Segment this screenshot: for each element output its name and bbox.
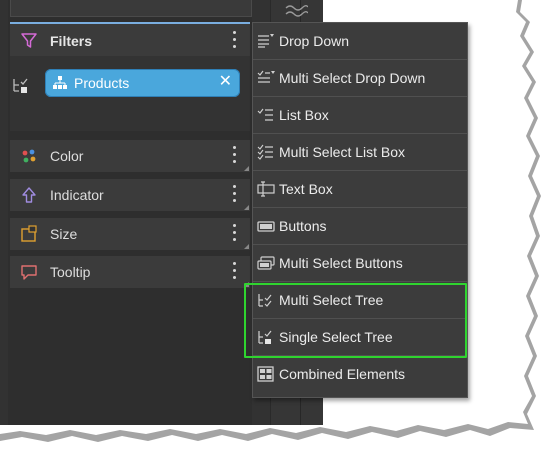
- wave-chart-icon[interactable]: [284, 2, 308, 20]
- tooltip-label: Tooltip: [50, 264, 91, 280]
- color-more-icon[interactable]: [231, 146, 237, 166]
- up-arrow-icon: [22, 187, 36, 203]
- menu-item-label: Combined Elements: [279, 366, 406, 382]
- grid-icon: [257, 366, 274, 382]
- menu-item-combined-elements[interactable]: Combined Elements: [253, 356, 467, 393]
- menu-item-multi-select-drop-down[interactable]: Multi Select Drop Down: [253, 60, 467, 97]
- menu-item-label: Text Box: [279, 181, 333, 197]
- multi-listbox-icon: [257, 144, 273, 160]
- multi-buttons-icon: [257, 256, 275, 270]
- color-label: Color: [50, 148, 84, 164]
- multi-dropdown-icon: [257, 70, 275, 83]
- menu-item-label: Multi Select Drop Down: [279, 70, 426, 86]
- size-more-icon[interactable]: [231, 224, 237, 244]
- close-icon[interactable]: ✕: [219, 73, 232, 91]
- filters-more-icon[interactable]: [231, 31, 237, 51]
- size-icon: [21, 225, 37, 242]
- resize-corner-icon: [244, 244, 249, 249]
- size-label: Size: [50, 226, 78, 242]
- menu-item-label: Multi Select List Box: [279, 144, 406, 160]
- menu-item-label: List Box: [279, 107, 329, 123]
- indicator-label: Indicator: [50, 187, 104, 203]
- filters-label: Filters: [50, 33, 93, 49]
- color-dots-icon: [22, 149, 36, 163]
- menu-item-multi-select-buttons[interactable]: Multi Select Buttons: [253, 245, 467, 282]
- menu-item-multi-select-list-box[interactable]: Multi Select List Box: [253, 134, 467, 171]
- filter-funnel-icon: [21, 33, 37, 48]
- menu-item-drop-down[interactable]: Drop Down: [253, 23, 467, 60]
- indicator-more-icon[interactable]: [231, 185, 237, 205]
- listbox-icon: [257, 108, 273, 121]
- menu-item-buttons[interactable]: Buttons: [253, 208, 467, 245]
- screenshot-canvas: Filters Products ✕ Color Indicator Size …: [0, 0, 553, 458]
- menu-item-text-box[interactable]: Text Box: [253, 171, 467, 208]
- resize-corner-icon: [244, 205, 249, 210]
- menu-item-list-box[interactable]: List Box: [253, 97, 467, 134]
- textbox-icon: [257, 181, 275, 197]
- hierarchy-icon: [53, 76, 67, 89]
- tooltip-field-row[interactable]: Tooltip: [10, 256, 250, 288]
- products-chip-label: Products: [74, 75, 130, 91]
- indicator-field-row[interactable]: Indicator: [10, 179, 250, 211]
- tree-options-highlight-box: [244, 283, 467, 358]
- menu-item-label: Multi Select Buttons: [279, 255, 403, 271]
- button-icon: [257, 221, 275, 232]
- dropdown-list-icon: [258, 34, 274, 48]
- size-field-row[interactable]: Size: [10, 218, 250, 250]
- menu-item-label: Drop Down: [279, 33, 350, 49]
- products-filter-chip[interactable]: Products ✕: [45, 69, 240, 97]
- tooltip-icon: [21, 265, 37, 280]
- filters-section-header[interactable]: Filters: [10, 22, 250, 56]
- tooltip-more-icon[interactable]: [231, 262, 237, 282]
- resize-corner-icon: [244, 166, 249, 171]
- tree-select-icon: [13, 78, 28, 93]
- menu-item-label: Buttons: [279, 218, 327, 234]
- top-field-slot: [10, 0, 252, 17]
- color-field-row[interactable]: Color: [10, 140, 250, 172]
